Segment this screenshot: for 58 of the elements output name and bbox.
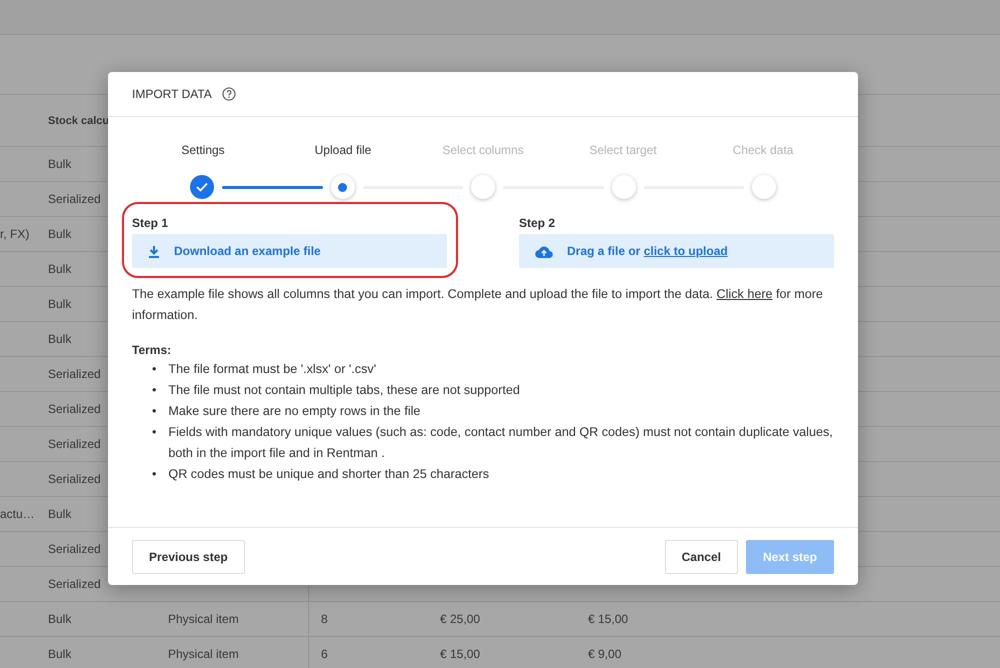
step-label: Settings	[181, 143, 225, 157]
bullet: •	[152, 466, 156, 483]
column-header: Stock calcu	[48, 114, 110, 126]
action-text: Drag a file or click to upload	[567, 244, 728, 258]
dialog-button[interactable]: Previous step	[132, 540, 245, 574]
description-text: The example file shows all columns that you can import. Complete and upload the file to import the data. Click here for more information.	[132, 286, 824, 324]
table-cell: Serialized	[48, 542, 101, 556]
table-cell: € 15,00	[588, 612, 628, 626]
step-label: Upload file	[314, 143, 372, 157]
step-label: Select target	[589, 143, 657, 157]
table-cell: Serialized	[48, 437, 101, 451]
upload-link[interactable]: click to upload	[644, 244, 728, 258]
table-cell: € 15,00	[440, 647, 480, 661]
upload-dropzone[interactable]: Drag a file or click to upload	[519, 234, 834, 268]
table-cell: Serialized	[48, 367, 101, 381]
bullet: •	[152, 361, 156, 378]
table-cell: Bulk	[48, 612, 72, 626]
table-cell: Bulk	[48, 227, 72, 241]
table-cell: Bulk	[48, 507, 72, 521]
table-cell: Serialized	[48, 577, 101, 591]
cloud-upload-icon	[535, 244, 553, 258]
terms-item: QR codes must be unique and shorter than 25 characters	[168, 466, 490, 483]
table-cell: Bulk	[48, 332, 72, 346]
terms-heading: Terms:	[132, 343, 172, 357]
step-heading: Step 2	[519, 216, 556, 230]
table-cell: € 9,00	[588, 647, 622, 661]
download-button[interactable]: Download an example file	[132, 234, 447, 268]
help-icon[interactable]	[222, 87, 236, 101]
info-link[interactable]: Click here	[716, 287, 773, 301]
bullet: •	[152, 403, 156, 420]
action-text: Download an example file	[174, 244, 321, 258]
step-label: Select columns	[442, 143, 524, 157]
table-cell: Serialized	[48, 472, 101, 486]
table-cell: Bulk	[48, 157, 72, 171]
table-cell: Bulk	[48, 297, 72, 311]
checkmark-icon	[196, 182, 208, 192]
terms-item: Make sure there are no empty rows in the file	[168, 403, 420, 420]
table-cell: Serialized	[48, 402, 101, 416]
table-cell: 6	[321, 647, 328, 661]
terms-item: Fields with mandatory unique values (such as: code, contact number and QR codes) must not contain duplicate values, both in the import file and in Rentman .	[168, 424, 834, 462]
step-label: Check data	[732, 143, 794, 157]
table-cell: Physical item	[168, 647, 239, 661]
table-cell: 8	[321, 612, 328, 626]
table-cell: € 25,00	[440, 612, 480, 626]
terms-item: The file must not contain multiple tabs, these are not supported	[168, 382, 520, 399]
table-cell: Bulk	[48, 647, 72, 661]
table-cell: Physical item	[168, 612, 239, 626]
table-cell: Bulk	[48, 262, 72, 276]
download-icon	[148, 244, 160, 258]
table-cell: Serialized	[48, 192, 101, 206]
bullet: •	[152, 424, 156, 441]
table-cell: actu…	[0, 507, 35, 521]
dialog-title: IMPORT DATA	[132, 87, 212, 101]
step-heading: Step 1	[132, 216, 170, 230]
table-cell: r, FX)	[0, 227, 30, 241]
dialog-button[interactable]: Cancel	[664, 540, 738, 574]
bullet: •	[152, 382, 156, 399]
terms-item: The file format must be '.xlsx' or '.csv'	[168, 361, 376, 378]
